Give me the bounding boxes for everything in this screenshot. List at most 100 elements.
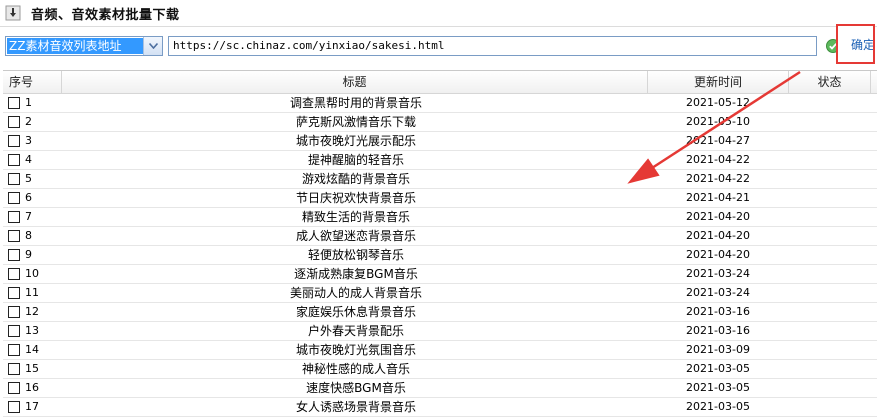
row-title: 调查黑帮时用的背景音乐 xyxy=(289,96,422,110)
row-number: 2 xyxy=(25,115,32,128)
row-status xyxy=(789,341,869,359)
row-checkbox[interactable] xyxy=(8,97,20,109)
row-checkbox[interactable] xyxy=(8,154,20,166)
row-status xyxy=(789,208,869,226)
row-updated-date: 2021-03-24 xyxy=(686,286,750,299)
row-number: 7 xyxy=(25,210,32,223)
row-number: 6 xyxy=(25,191,32,204)
row-status xyxy=(789,113,869,131)
row-checkbox[interactable] xyxy=(8,382,20,394)
table-row[interactable]: 13 户外春天背景配乐 2021-03-16 xyxy=(3,322,877,341)
row-checkbox[interactable] xyxy=(8,268,20,280)
row-number: 9 xyxy=(25,248,32,261)
row-updated-date: 2021-04-20 xyxy=(686,210,750,223)
row-updated-date: 2021-05-10 xyxy=(686,115,750,128)
chevron-down-icon[interactable] xyxy=(143,37,162,55)
row-number: 17 xyxy=(25,400,39,413)
row-title: 城市夜晚灯光展示配乐 xyxy=(295,134,416,148)
row-updated-date: 2021-03-16 xyxy=(686,305,750,318)
table-row[interactable]: 2 萨克斯风激情音乐下载 2021-05-10 xyxy=(3,113,877,132)
table-row[interactable]: 12 家庭娱乐休息背景音乐 2021-03-16 xyxy=(3,303,877,322)
column-header-status[interactable]: 状态 xyxy=(789,71,871,93)
row-status xyxy=(789,360,869,378)
table-header: 序号 标题 更新时间 状态 xyxy=(3,71,877,94)
row-checkbox[interactable] xyxy=(8,249,20,261)
row-updated-date: 2021-03-05 xyxy=(686,362,750,375)
row-checkbox[interactable] xyxy=(8,306,20,318)
row-title: 提神醒脑的轻音乐 xyxy=(307,153,404,167)
window-title: 音频、音效素材批量下载 xyxy=(31,7,180,23)
toolbar: ZZ素材音效列表地址 https://sc.chinaz.com/yinxiao… xyxy=(0,27,877,67)
row-updated-date: 2021-03-05 xyxy=(686,400,750,413)
row-checkbox[interactable] xyxy=(8,116,20,128)
table-row[interactable]: 1 调查黑帮时用的背景音乐 2021-05-12 xyxy=(3,94,877,113)
row-status xyxy=(789,398,869,416)
row-updated-date: 2021-04-22 xyxy=(686,172,750,185)
row-updated-date: 2021-03-24 xyxy=(686,267,750,280)
row-title: 女人诱惑场景背景音乐 xyxy=(295,400,416,414)
row-status xyxy=(789,322,869,340)
table-row[interactable]: 4 提神醒脑的轻音乐 2021-04-22 xyxy=(3,151,877,170)
row-updated-date: 2021-03-09 xyxy=(686,343,750,356)
row-status xyxy=(789,170,869,188)
source-select[interactable]: ZZ素材音效列表地址 xyxy=(5,36,163,56)
row-number: 14 xyxy=(25,343,39,356)
table-row[interactable]: 6 节日庆祝欢快背景音乐 2021-04-21 xyxy=(3,189,877,208)
row-number: 5 xyxy=(25,172,32,185)
row-number: 11 xyxy=(25,286,39,299)
row-title: 美丽动人的成人背景音乐 xyxy=(289,286,422,300)
row-updated-date: 2021-04-22 xyxy=(686,153,750,166)
row-status xyxy=(789,284,869,302)
row-number: 16 xyxy=(25,381,39,394)
table-row[interactable]: 17 女人诱惑场景背景音乐 2021-03-05 xyxy=(3,398,877,417)
row-checkbox[interactable] xyxy=(8,401,20,413)
row-number: 3 xyxy=(25,134,32,147)
row-number: 1 xyxy=(25,96,32,109)
download-app-icon xyxy=(5,5,21,21)
table-row[interactable]: 16 速度快感BGM音乐 2021-03-05 xyxy=(3,379,877,398)
row-checkbox[interactable] xyxy=(8,363,20,375)
row-updated-date: 2021-05-12 xyxy=(686,96,750,109)
column-header-number[interactable]: 序号 xyxy=(3,71,62,93)
row-checkbox[interactable] xyxy=(8,230,20,242)
row-status xyxy=(789,94,869,112)
row-title: 节日庆祝欢快背景音乐 xyxy=(295,191,416,205)
row-title: 家庭娱乐休息背景音乐 xyxy=(295,305,416,319)
row-status xyxy=(789,379,869,397)
row-checkbox[interactable] xyxy=(8,173,20,185)
table-row[interactable]: 5 游戏炫酷的背景音乐 2021-04-22 xyxy=(3,170,877,189)
row-updated-date: 2021-04-27 xyxy=(686,134,750,147)
table-row[interactable]: 9 轻便放松钢琴音乐 2021-04-20 xyxy=(3,246,877,265)
table-row[interactable]: 7 精致生活的背景音乐 2021-04-20 xyxy=(3,208,877,227)
table-row[interactable]: 14 城市夜晚灯光氛围音乐 2021-03-09 xyxy=(3,341,877,360)
confirm-button-label: 确定 xyxy=(850,37,875,52)
row-checkbox[interactable] xyxy=(8,344,20,356)
row-updated-date: 2021-03-16 xyxy=(686,324,750,337)
row-checkbox[interactable] xyxy=(8,287,20,299)
row-status xyxy=(789,227,869,245)
row-title: 逐渐成熟康复BGM音乐 xyxy=(294,267,418,281)
url-input[interactable]: https://sc.chinaz.com/yinxiao/sakesi.htm… xyxy=(168,36,817,56)
row-checkbox[interactable] xyxy=(8,135,20,147)
column-header-title[interactable]: 标题 xyxy=(62,71,648,93)
table-row[interactable]: 10 逐渐成熟康复BGM音乐 2021-03-24 xyxy=(3,265,877,284)
row-title: 城市夜晚灯光氛围音乐 xyxy=(295,343,416,357)
table-row[interactable]: 11 美丽动人的成人背景音乐 2021-03-24 xyxy=(3,284,877,303)
table-row[interactable]: 8 成人欲望迷恋背景音乐 2021-04-20 xyxy=(3,227,877,246)
source-select-value: ZZ素材音效列表地址 xyxy=(7,38,143,54)
row-status xyxy=(789,189,869,207)
row-checkbox[interactable] xyxy=(8,211,20,223)
row-checkbox[interactable] xyxy=(8,325,20,337)
row-number: 4 xyxy=(25,153,32,166)
row-number: 10 xyxy=(25,267,39,280)
confirm-button[interactable]: 确定 xyxy=(836,24,875,64)
row-checkbox[interactable] xyxy=(8,192,20,204)
row-status xyxy=(789,151,869,169)
row-status xyxy=(789,265,869,283)
table-row[interactable]: 3 城市夜晚灯光展示配乐 2021-04-27 xyxy=(3,132,877,151)
row-updated-date: 2021-04-21 xyxy=(686,191,750,204)
row-status xyxy=(789,132,869,150)
table-row[interactable]: 15 神秘性感的成人音乐 2021-03-05 xyxy=(3,360,877,379)
row-title: 轻便放松钢琴音乐 xyxy=(307,248,404,262)
column-header-updated[interactable]: 更新时间 xyxy=(648,71,789,93)
